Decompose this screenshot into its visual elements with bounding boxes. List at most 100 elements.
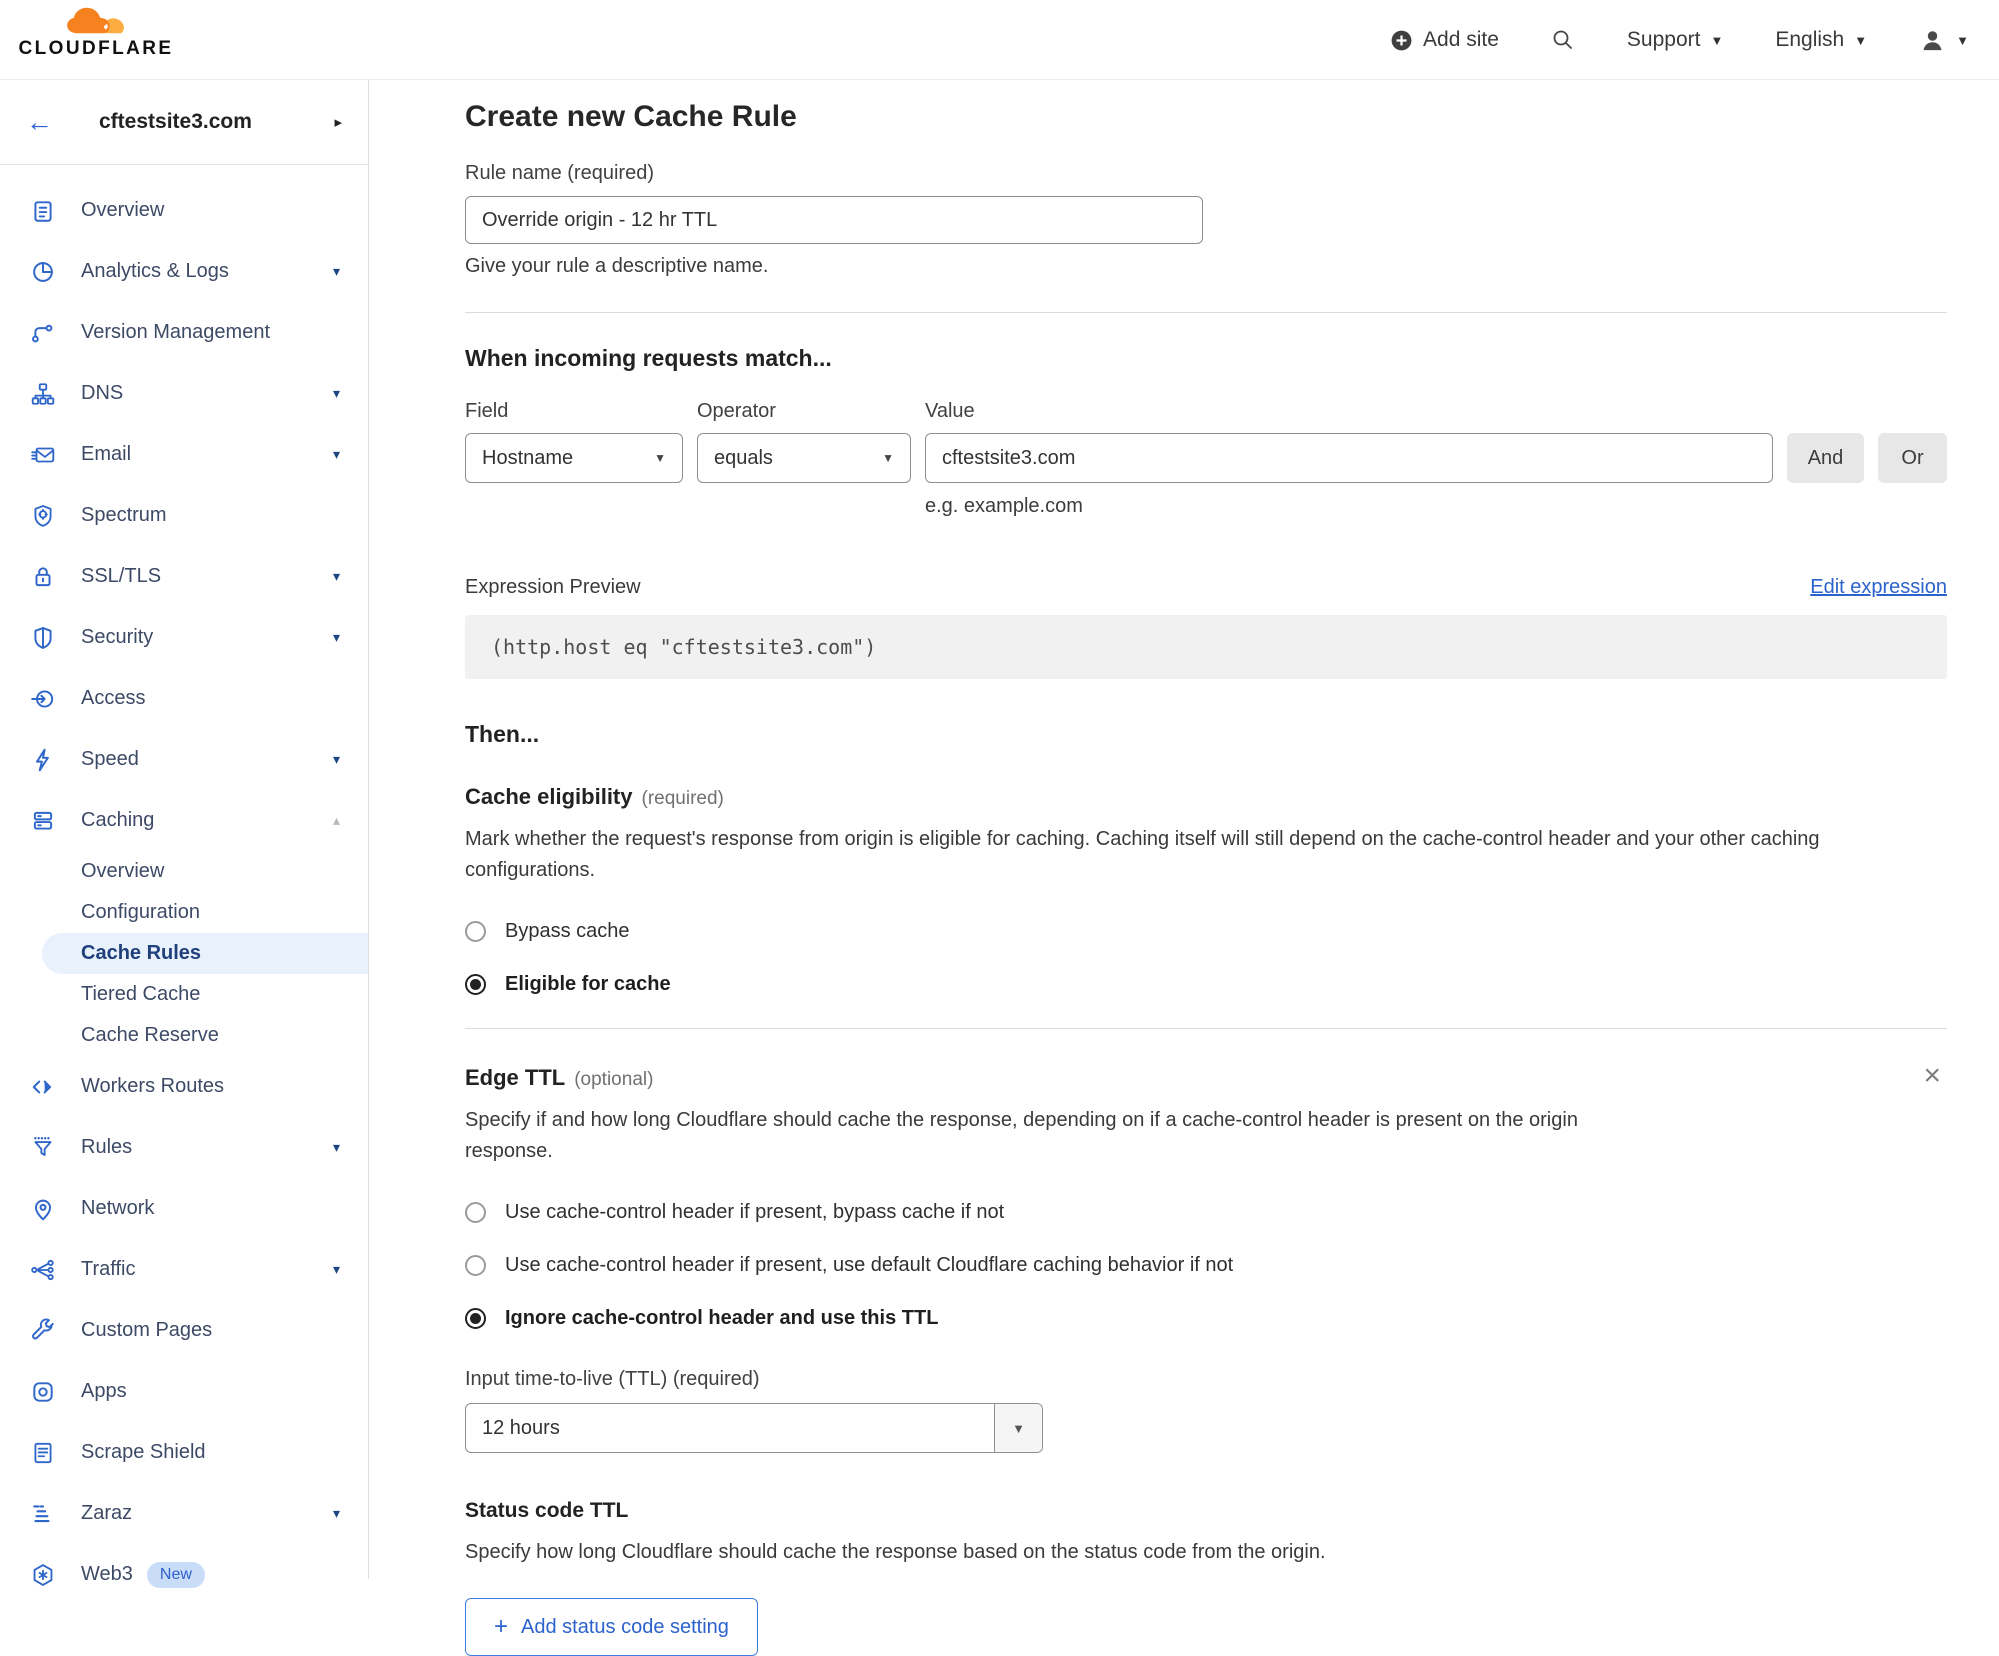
close-icon[interactable]: × xyxy=(1923,1061,1941,1091)
chevron-down-icon: ▾ xyxy=(332,568,340,584)
radio-selected-icon[interactable] xyxy=(465,1308,486,1329)
support-label: Support xyxy=(1626,28,1701,51)
add-site-label: Add site xyxy=(1423,28,1499,51)
radio-option-use-header-default[interactable]: Use cache-control header if present, use… xyxy=(465,1254,1947,1277)
sidebar-item-web3[interactable]: Web3 New xyxy=(0,1544,368,1605)
plus-icon: + xyxy=(494,1613,509,1640)
ttl-input-label: Input time-to-live (TTL) (required) xyxy=(465,1368,760,1390)
sidebar-item-access[interactable]: Access xyxy=(0,668,368,729)
sidebar-subitem-caching-overview[interactable]: Overview xyxy=(0,851,368,892)
status-code-ttl-description: Specify how long Cloudflare should cache… xyxy=(465,1541,1326,1563)
sidebar-item-custom-pages[interactable]: Custom Pages xyxy=(0,1300,368,1361)
sidebar-item-version-management[interactable]: Version Management xyxy=(0,302,368,363)
funnel-icon xyxy=(30,1135,56,1161)
edit-expression-link[interactable]: Edit expression xyxy=(1810,576,1947,599)
sidebar-item-scrape-shield[interactable]: Scrape Shield xyxy=(0,1422,368,1483)
cloudflare-logo[interactable]: CLOUDFLARE xyxy=(18,6,174,60)
field-select[interactable]: Hostname ▼ xyxy=(465,433,683,483)
sidebar-subitem-tiered-cache[interactable]: Tiered Cache xyxy=(0,974,368,1015)
edge-ttl-heading: Edge TTL (optional) xyxy=(465,1065,654,1090)
site-expand-icon[interactable]: ▸ xyxy=(334,113,342,131)
sidebar-item-speed[interactable]: Speed ▾ xyxy=(0,729,368,790)
code-brackets-icon xyxy=(30,1074,56,1100)
match-heading: When incoming requests match... xyxy=(465,345,832,371)
sidebar-item-traffic[interactable]: Traffic ▾ xyxy=(0,1239,368,1300)
sidebar-item-zaraz[interactable]: Zaraz ▾ xyxy=(0,1483,368,1544)
back-arrow-icon[interactable]: ← xyxy=(26,107,53,138)
wrench-icon xyxy=(30,1318,56,1344)
stacked-bars-icon xyxy=(30,1501,56,1527)
envelope-icon xyxy=(30,442,56,468)
shield-icon xyxy=(30,625,56,651)
expression-preview-label: Expression Preview xyxy=(465,576,641,598)
document-icon xyxy=(30,1440,56,1466)
field-label: Field xyxy=(465,400,509,422)
clipboard-icon xyxy=(30,198,56,224)
sidebar-item-rules[interactable]: Rules ▾ xyxy=(0,1117,368,1178)
chevron-down-icon: ▾ xyxy=(332,1505,340,1521)
edge-ttl-section: × Edge TTL (optional) Specify if and how … xyxy=(465,1061,1947,1656)
ttl-select[interactable]: 12 hours ▼ xyxy=(465,1403,1043,1453)
add-site-icon xyxy=(1391,30,1412,50)
user-icon xyxy=(1923,30,1942,50)
chevron-down-icon: ▾ xyxy=(332,263,340,279)
top-header: CLOUDFLARE Add site Support ▼ English ▼ xyxy=(0,0,1999,80)
operator-label: Operator xyxy=(697,400,776,422)
sidebar-item-spectrum[interactable]: Spectrum xyxy=(0,485,368,546)
radio-option-bypass-cache[interactable]: Bypass cache xyxy=(465,920,1947,943)
sidebar-subitem-cache-rules[interactable]: Cache Rules xyxy=(42,933,368,974)
or-button[interactable]: Or xyxy=(1878,433,1947,483)
sidebar-item-email[interactable]: Email ▾ xyxy=(0,424,368,485)
radio-icon[interactable] xyxy=(465,921,486,942)
sidebar-item-security[interactable]: Security ▾ xyxy=(0,607,368,668)
sidebar-subitem-configuration[interactable]: Configuration xyxy=(0,892,368,933)
sidebar-item-network[interactable]: Network xyxy=(0,1178,368,1239)
radio-option-eligible-for-cache[interactable]: Eligible for cache xyxy=(465,973,1947,996)
chevron-down-icon: ▼ xyxy=(882,451,894,465)
operator-select[interactable]: equals ▼ xyxy=(697,433,911,483)
sidebar-item-workers-routes[interactable]: Workers Routes xyxy=(0,1056,368,1117)
sidebar-item-caching[interactable]: Caching ▴ xyxy=(0,790,368,851)
sidebar-item-ssl-tls[interactable]: SSL/TLS ▾ xyxy=(0,546,368,607)
chevron-down-icon: ▾ xyxy=(332,1139,340,1155)
cloudflare-cloud-icon xyxy=(67,7,124,34)
language-label: English xyxy=(1775,28,1845,51)
radio-option-use-header-bypass[interactable]: Use cache-control header if present, byp… xyxy=(465,1201,1947,1224)
language-menu[interactable]: English ▼ xyxy=(1775,28,1867,52)
add-site-button[interactable]: Add site xyxy=(1390,28,1499,52)
page-title: Create new Cache Rule xyxy=(465,100,797,133)
add-status-code-button[interactable]: + Add status code setting xyxy=(465,1598,758,1656)
radio-option-ignore-header-use-ttl[interactable]: Ignore cache-control header and use this… xyxy=(465,1307,1947,1330)
chevron-down-icon: ▾ xyxy=(332,446,340,462)
value-input[interactable] xyxy=(925,433,1773,483)
sidebar: ← cftestsite3.com ▸ Overview Analytics &… xyxy=(0,80,369,1588)
value-label: Value xyxy=(925,400,975,422)
status-code-ttl-heading: Status code TTL xyxy=(465,1499,629,1522)
radio-icon[interactable] xyxy=(465,1202,486,1223)
support-menu[interactable]: Support ▼ xyxy=(1627,28,1723,52)
chevron-down-icon[interactable]: ▼ xyxy=(994,1404,1042,1452)
and-button[interactable]: And xyxy=(1787,433,1864,483)
sidebar-subitem-cache-reserve[interactable]: Cache Reserve xyxy=(0,1015,368,1056)
chevron-up-icon: ▴ xyxy=(332,812,340,828)
account-menu[interactable]: ▼ xyxy=(1919,27,1969,54)
rule-name-help: Give your rule a descriptive name. xyxy=(465,255,769,277)
radio-icon[interactable] xyxy=(465,1255,486,1276)
chevron-down-icon: ▾ xyxy=(332,629,340,645)
pie-chart-icon xyxy=(30,259,56,285)
sidebar-nav: Overview Analytics & Logs ▾ Version Mana… xyxy=(0,165,368,1605)
sidebar-item-analytics-logs[interactable]: Analytics & Logs ▾ xyxy=(0,241,368,302)
chevron-down-icon: ▾ xyxy=(332,1261,340,1277)
sidebar-item-dns[interactable]: DNS ▾ xyxy=(0,363,368,424)
radio-selected-icon[interactable] xyxy=(465,974,486,995)
search-button[interactable] xyxy=(1551,28,1575,52)
cache-eligibility-description: Mark whether the request's response from… xyxy=(465,828,1820,881)
lock-icon xyxy=(30,564,56,590)
sidebar-item-apps[interactable]: Apps xyxy=(0,1361,368,1422)
rule-name-input[interactable] xyxy=(465,196,1203,244)
server-stack-icon xyxy=(30,808,56,834)
login-arrow-icon xyxy=(30,686,56,712)
edge-ttl-description: Specify if and how long Cloudflare shoul… xyxy=(465,1109,1578,1162)
search-icon xyxy=(1553,30,1573,50)
sidebar-item-overview[interactable]: Overview xyxy=(0,180,368,241)
